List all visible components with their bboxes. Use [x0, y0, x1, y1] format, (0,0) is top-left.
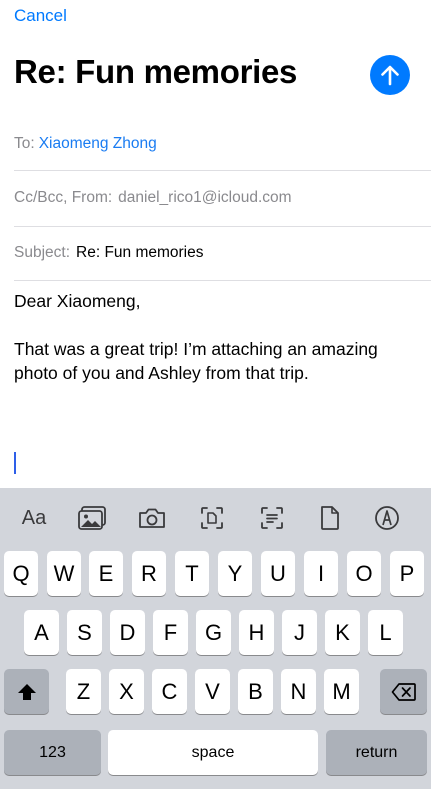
key-d[interactable]: D [110, 610, 145, 655]
photo-library-icon [78, 506, 106, 530]
key-p[interactable]: P [390, 551, 424, 596]
key-b[interactable]: B [238, 669, 273, 714]
key-n[interactable]: N [281, 669, 316, 714]
attach-document-button[interactable] [315, 503, 345, 533]
key-y[interactable]: Y [218, 551, 252, 596]
to-label: To: [14, 135, 35, 152]
scan-document-icon [201, 507, 223, 529]
message-body[interactable]: Dear Xiaomeng, That was a great trip! I’… [14, 289, 419, 385]
camera-button[interactable] [137, 503, 167, 533]
arrow-up-icon [381, 65, 399, 86]
from-address: daniel_rico1@icloud.com [118, 189, 292, 206]
message-paragraph: That was a great trip! I’m attaching an … [14, 339, 378, 383]
format-label: Aa [21, 506, 47, 529]
greeting-text: Dear Xiaomeng, [14, 291, 141, 311]
numbers-key[interactable]: 123 [4, 730, 101, 775]
ccbcc-from-field[interactable]: Cc/Bcc, From: daniel_rico1@icloud.com [14, 189, 431, 207]
to-field[interactable]: To: Xiaomeng Zhong [14, 135, 431, 153]
ccbcc-label: Cc/Bcc, From: [14, 189, 113, 206]
key-s[interactable]: S [67, 610, 102, 655]
divider [14, 226, 431, 227]
key-o[interactable]: O [347, 551, 381, 596]
key-k[interactable]: K [325, 610, 360, 655]
cancel-button[interactable]: Cancel [14, 6, 67, 26]
key-f[interactable]: F [153, 610, 188, 655]
key-u[interactable]: U [261, 551, 295, 596]
divider [14, 170, 431, 171]
key-q[interactable]: Q [4, 551, 38, 596]
key-x[interactable]: X [109, 669, 144, 714]
key-z[interactable]: Z [66, 669, 101, 714]
subject-field[interactable]: Subject: Re: Fun memories [14, 244, 431, 262]
key-h[interactable]: H [239, 610, 274, 655]
return-key[interactable]: return [326, 730, 427, 775]
key-t[interactable]: T [175, 551, 209, 596]
key-a[interactable]: A [24, 610, 59, 655]
subject-value[interactable]: Re: Fun memories [76, 244, 203, 261]
key-r[interactable]: R [132, 551, 166, 596]
markup-icon [375, 506, 399, 530]
key-l[interactable]: L [368, 610, 403, 655]
delete-key[interactable] [380, 669, 427, 714]
key-v[interactable]: V [195, 669, 230, 714]
text-cursor [14, 452, 16, 474]
send-button[interactable] [370, 55, 410, 95]
shift-icon [17, 683, 36, 700]
document-icon [321, 506, 339, 530]
key-w[interactable]: W [47, 551, 81, 596]
key-i[interactable]: I [304, 551, 338, 596]
markup-button[interactable] [372, 503, 402, 533]
photo-library-button[interactable] [77, 503, 107, 533]
space-key[interactable]: space [108, 730, 318, 775]
key-g[interactable]: G [196, 610, 231, 655]
key-e[interactable]: E [89, 551, 123, 596]
scan-document-button[interactable] [197, 503, 227, 533]
page-title: Re: Fun memories [14, 53, 298, 90]
divider [14, 280, 431, 281]
subject-label: Subject: [14, 244, 71, 261]
key-c[interactable]: C [152, 669, 187, 714]
camera-icon [139, 508, 165, 528]
scan-text-icon [261, 507, 283, 529]
format-button[interactable]: Aa [19, 503, 49, 533]
scan-text-button[interactable] [257, 503, 287, 533]
key-m[interactable]: M [324, 669, 359, 714]
to-recipient[interactable]: Xiaomeng Zhong [39, 135, 157, 152]
key-j[interactable]: J [282, 610, 317, 655]
shift-key[interactable] [4, 669, 49, 714]
backspace-icon [391, 682, 416, 701]
